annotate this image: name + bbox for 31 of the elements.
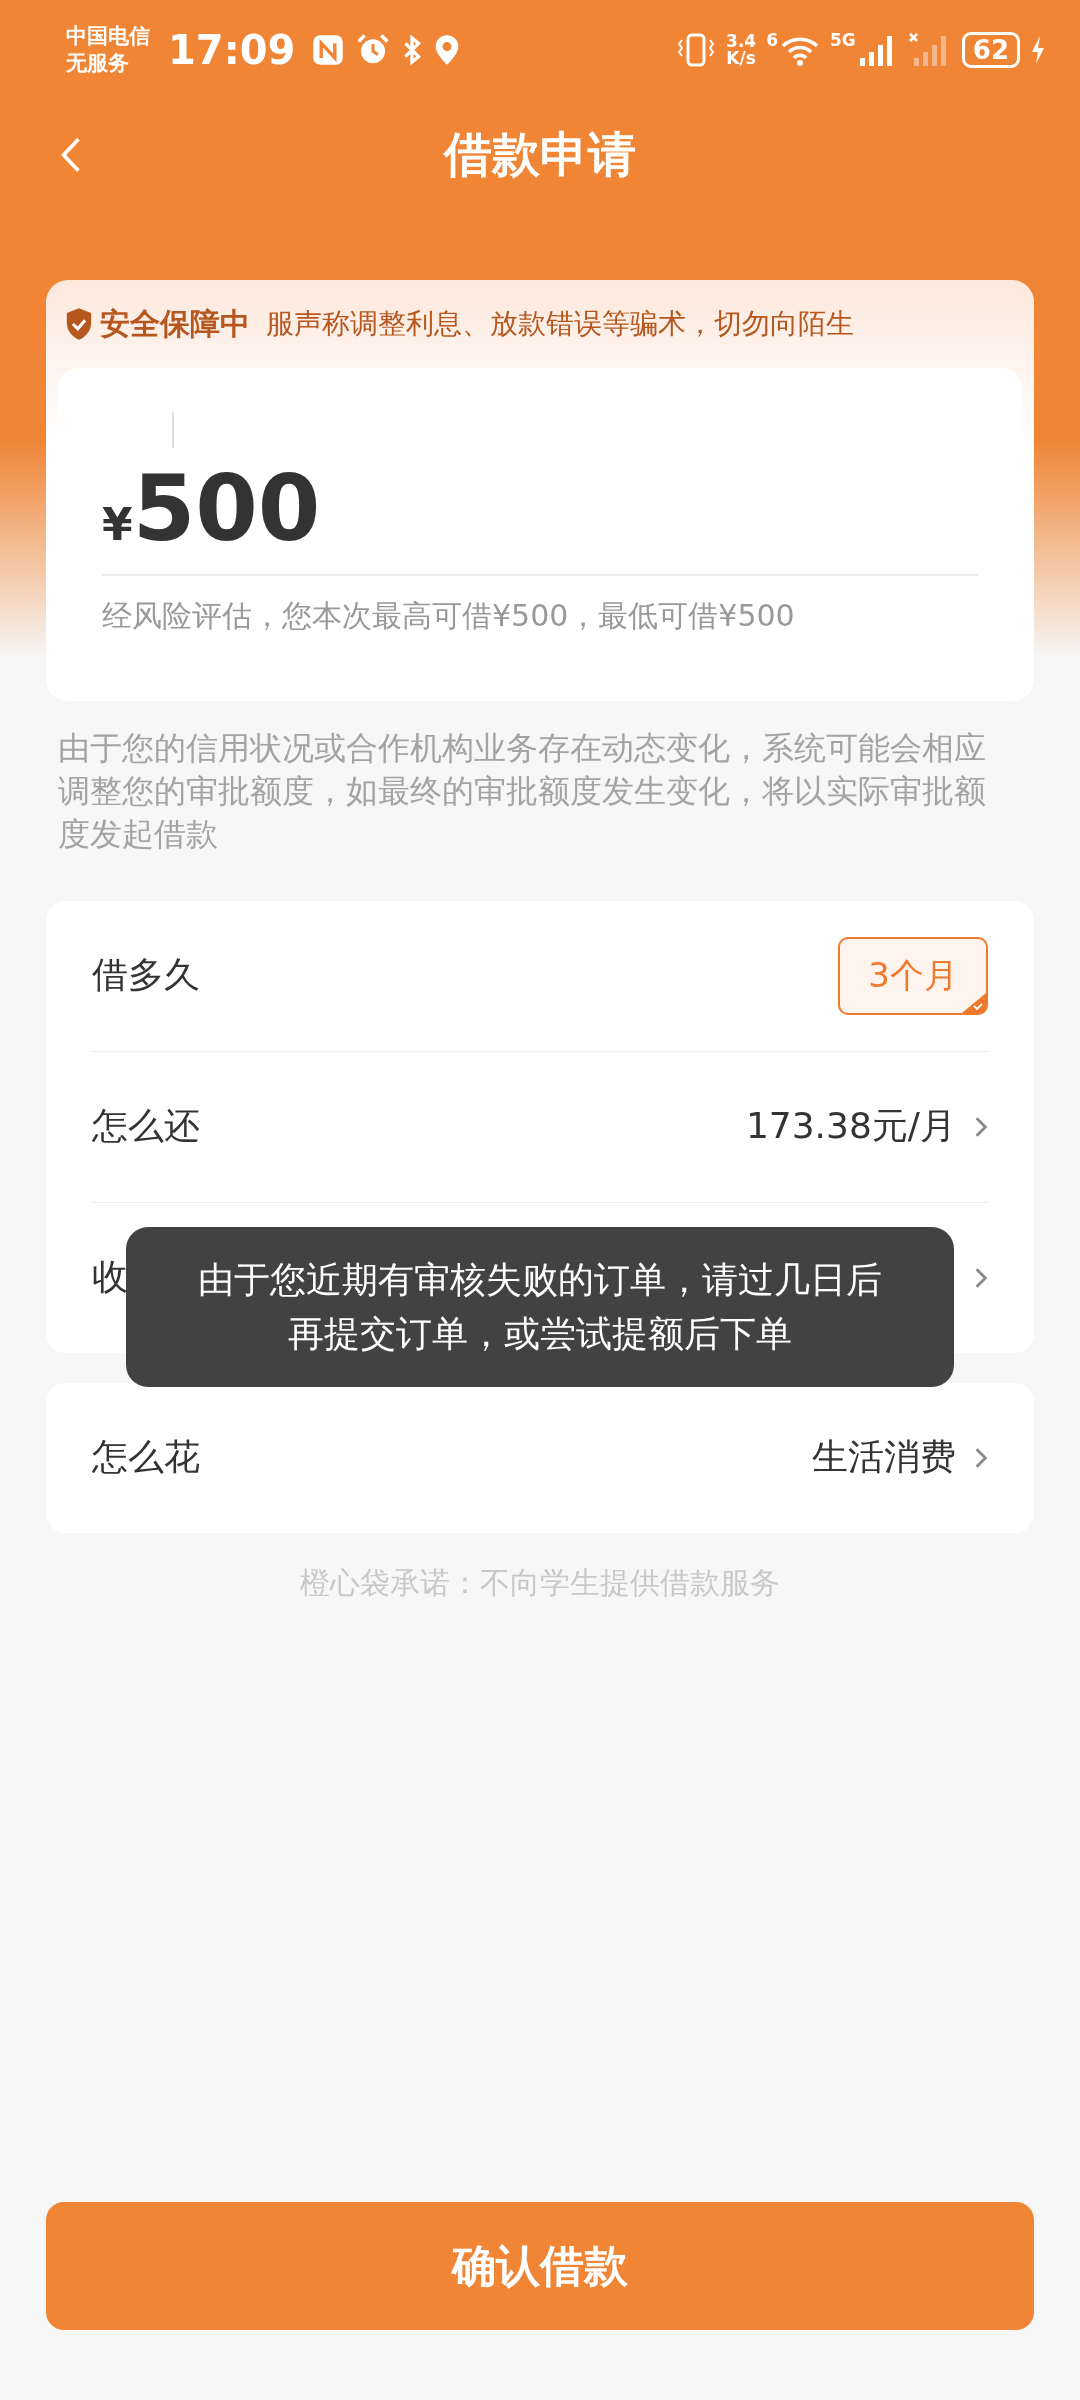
chevron-right-icon (974, 1446, 988, 1469)
error-toast: 由于您近期有审核失败的订单，请过几日后再提交订单，或尝试提额后下单 (126, 1227, 954, 1387)
nfc-icon (311, 33, 346, 67)
page-title: 借款申请 (444, 125, 636, 184)
security-label: 安全保障中 (100, 304, 250, 343)
check-corner-icon (962, 992, 986, 1013)
security-notice: 服声称调整利息、放款错误等骗术，切勿向陌生 (266, 306, 854, 342)
battery-icon: 62 (961, 32, 1020, 68)
row-label: 怎么花 (92, 1435, 200, 1480)
back-icon[interactable] (60, 136, 82, 174)
limit-hint: 经风险评估，您本次最高可借¥500，最低可借¥500 (102, 597, 796, 635)
row-value[interactable]: 生活消费 (812, 1433, 956, 1483)
service-status: 无服务 (66, 50, 130, 77)
row-label: 收 (92, 1255, 128, 1300)
chevron-right-icon (974, 1115, 988, 1138)
chevron-right-icon (974, 1266, 988, 1289)
row-label: 借多久 (92, 953, 200, 998)
charging-icon (1030, 35, 1046, 65)
disclaimer-text: 由于您的信用状况或合作机构业务存在动态变化，系统可能会相应调整您的审批额度，如最终的审批额度发生变化，将以实际审批额度发起借款 (58, 728, 987, 856)
bluetooth-icon (401, 33, 424, 67)
speed-value: 3.4 (726, 33, 757, 50)
carrier-name: 中国电信 (66, 22, 150, 50)
row-label: 怎么还 (92, 1104, 200, 1149)
wifi-label: 6 (766, 30, 778, 50)
clock-time: 17:09 (168, 27, 296, 73)
shield-icon (64, 307, 94, 341)
vibrate-icon (676, 32, 717, 68)
speed-unit: K/s (726, 50, 756, 67)
amount-field[interactable]: ¥500 (102, 448, 978, 576)
network-label: 5G (830, 30, 856, 50)
row-value[interactable]: 173.38元/月 (745, 1102, 956, 1152)
